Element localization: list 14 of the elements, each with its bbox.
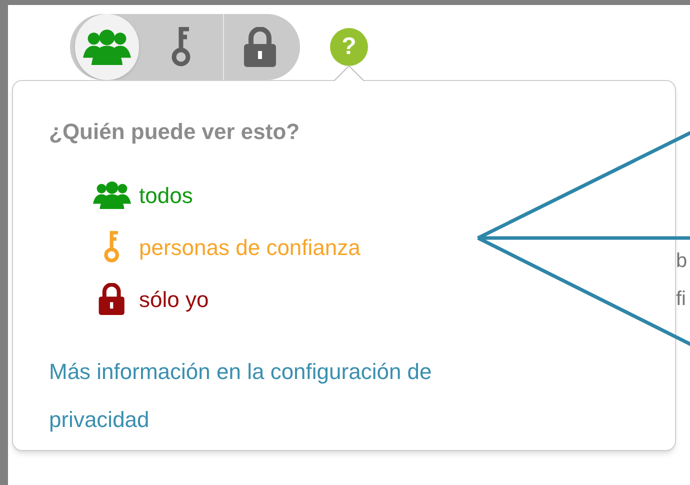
option-label[interactable]: personas de confianza [139, 230, 360, 264]
popover-title: ¿Quién puede ver esto? [49, 118, 301, 146]
people-icon [83, 29, 132, 65]
people-icon [93, 180, 131, 210]
key-icon [102, 231, 122, 263]
help-button[interactable]: ? [330, 28, 368, 66]
option-label[interactable]: sólo yo [139, 282, 209, 316]
background-text: b [676, 249, 688, 273]
background-text: fi [676, 287, 687, 311]
privacy-link[interactable]: Más información en la configuración de privacidad [49, 348, 509, 444]
audience-toggle[interactable] [75, 14, 140, 80]
lock-icon [98, 283, 126, 315]
lock-icon [242, 27, 277, 67]
option-label[interactable]: todos [139, 178, 193, 212]
